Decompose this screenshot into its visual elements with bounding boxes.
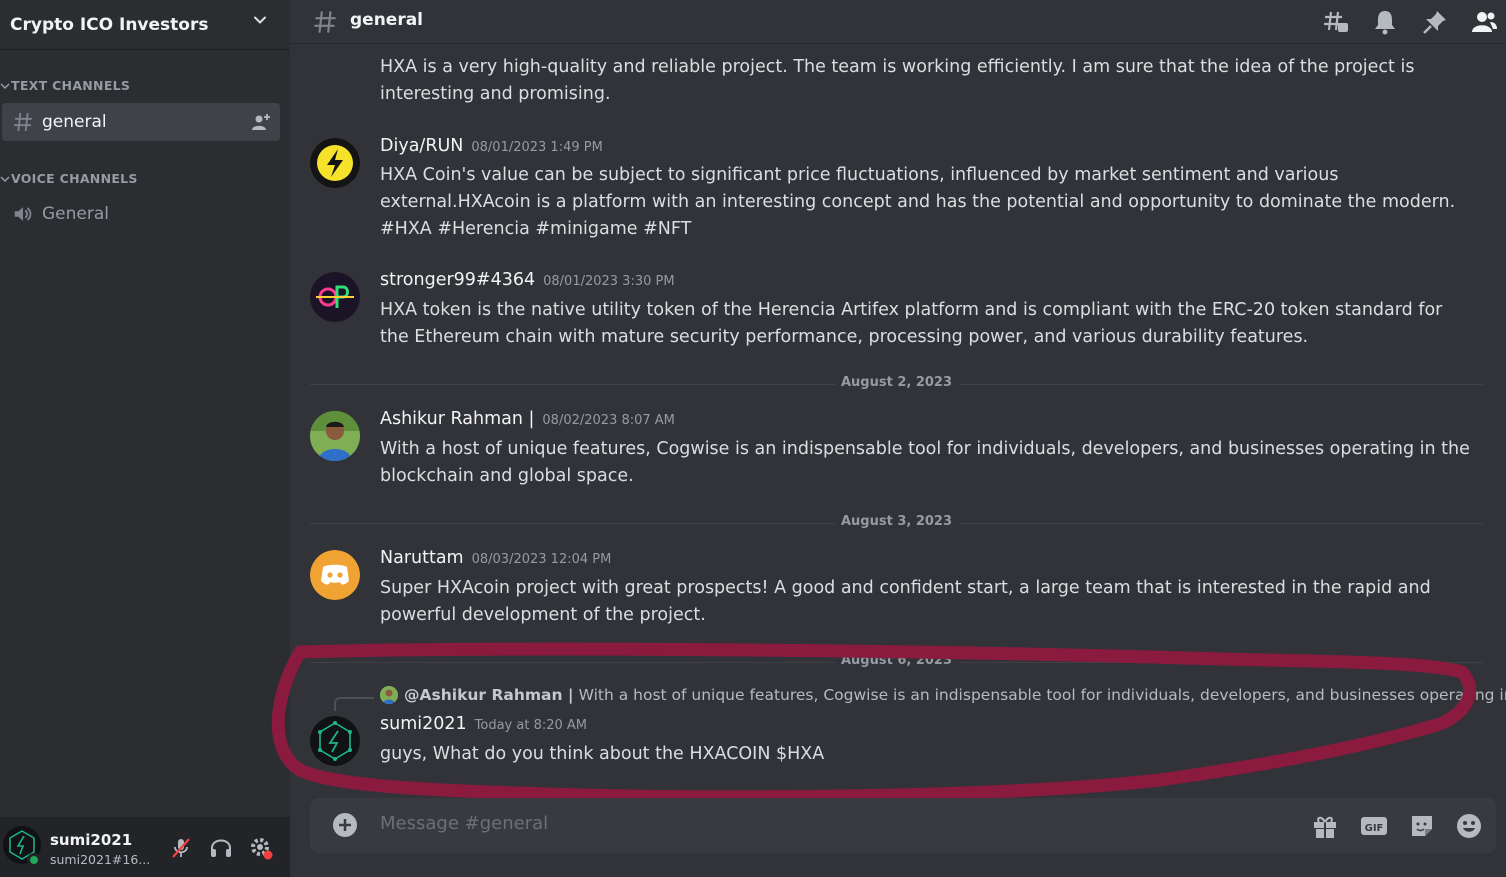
avatar[interactable]	[310, 138, 360, 188]
channel-header: general	[290, 0, 1506, 44]
date-divider: August 6, 2023	[310, 653, 1483, 668]
message-line: blockchain and global space.	[380, 466, 634, 486]
member-list-icon[interactable]	[1470, 8, 1498, 36]
message-line: the Ethereum chain with mature security …	[380, 327, 1309, 347]
message-line: Super HXAcoin project with great prospec…	[380, 578, 1431, 598]
avatar[interactable]	[310, 411, 360, 461]
bell-icon[interactable]	[1371, 8, 1399, 36]
emoji-icon[interactable]	[1455, 812, 1483, 840]
lightning-avatar-icon	[310, 138, 360, 188]
caret-down-icon	[0, 175, 10, 182]
caret-down-icon	[0, 82, 10, 89]
create-invite-icon[interactable]	[251, 113, 271, 131]
hashtag-icon	[314, 11, 336, 33]
message-line: interesting and promising.	[380, 84, 611, 104]
message-line: guys, What do you think about the HXACOI…	[380, 744, 825, 764]
message-line: HXA Coin's value can be subject to signi…	[380, 165, 1339, 185]
threads-icon[interactable]	[1322, 8, 1350, 36]
server-header[interactable]: Crypto ICO Investors	[0, 0, 290, 50]
avatar[interactable]	[310, 272, 360, 322]
message-line: HXA token is the native utility token of…	[380, 300, 1443, 320]
add-attachment-icon[interactable]	[332, 812, 358, 838]
date-divider: August 3, 2023	[310, 514, 1483, 529]
message-line: powerful development of the project.	[380, 605, 706, 625]
author-name[interactable]: sumi2021	[380, 714, 467, 734]
online-status-dot	[27, 853, 41, 867]
reply-avatar	[380, 686, 398, 704]
sticker-icon[interactable]	[1408, 812, 1436, 840]
gear-icon[interactable]	[248, 835, 274, 861]
message-author[interactable]: sumi2021 Today at 8:20 AM	[380, 714, 587, 734]
hashtag-icon	[13, 112, 33, 132]
author-name[interactable]: Diya/RUN	[380, 136, 463, 156]
pin-icon[interactable]	[1421, 8, 1449, 36]
voice-channel-general[interactable]: General	[2, 195, 280, 233]
category-label: TEXT CHANNELS	[11, 78, 131, 93]
message-composer: Message #general GIF	[310, 798, 1496, 853]
mute-microphone-icon[interactable]	[168, 835, 194, 861]
message-author[interactable]: stronger99#4364 08/01/2023 3:30 PM	[380, 270, 675, 290]
message-author[interactable]: Diya/RUN 08/01/2023 1:49 PM	[380, 136, 603, 156]
channel-label: general	[42, 112, 107, 132]
speaker-icon	[14, 207, 32, 221]
message-line: HXA is a very high-quality and reliable …	[380, 57, 1415, 77]
server-name: Crypto ICO Investors	[10, 14, 209, 35]
date-divider-label: August 3, 2023	[834, 514, 959, 529]
current-user-tag: sumi2021#16...	[50, 852, 151, 867]
hex-logo-avatar-icon	[310, 716, 360, 766]
discord-default-avatar-icon	[310, 550, 360, 600]
category-voice-channels[interactable]: VOICE CHANNELS	[0, 171, 138, 186]
message-timestamp: 08/02/2023 8:07 AM	[542, 413, 675, 428]
message-timestamp: 08/01/2023 3:30 PM	[543, 274, 675, 289]
user-panel: sumi2021 sumi2021#16...	[0, 817, 290, 877]
message-line: #HXA #Herencia #minigame #NFT	[380, 219, 692, 239]
author-name[interactable]: Naruttam	[380, 548, 464, 568]
channel-title: general	[350, 10, 424, 30]
author-name[interactable]: Ashikur Rahman |	[380, 409, 534, 429]
message-timestamp: Today at 8:20 AM	[474, 718, 588, 733]
person-photo-avatar	[310, 411, 360, 461]
reply-avatar-photo	[380, 686, 398, 704]
avatar[interactable]	[310, 716, 360, 766]
message-author[interactable]: Ashikur Rahman | 08/02/2023 8:07 AM	[380, 409, 675, 429]
voice-channel-label: General	[42, 204, 109, 224]
message-line: external.HXAcoin is a platform with an i…	[380, 192, 1456, 212]
gift-icon[interactable]	[1311, 812, 1339, 840]
message-author[interactable]: Naruttam 08/03/2023 12:04 PM	[380, 548, 611, 568]
date-divider-label: August 2, 2023	[834, 375, 959, 390]
message-timestamp: 08/03/2023 12:04 PM	[471, 552, 612, 567]
reply-preview-text: With a host of unique features, Cogwise …	[578, 686, 1506, 704]
category-label: VOICE CHANNELS	[11, 171, 138, 186]
date-divider-label: August 6, 2023	[834, 653, 959, 668]
reply-author[interactable]: @Ashikur Rahman |	[404, 686, 574, 704]
svg-text:GIF: GIF	[1365, 823, 1384, 834]
message-line: With a host of unique features, Cogwise …	[380, 439, 1470, 459]
discord-app: Crypto ICO Investors TEXT CHANNELS gener…	[0, 0, 1506, 877]
avatar[interactable]	[310, 550, 360, 600]
author-name[interactable]: stronger99#4364	[380, 270, 535, 290]
chevron-down-icon	[254, 16, 266, 24]
reply-reference[interactable]: @Ashikur Rahman | With a host of unique …	[380, 686, 1506, 704]
channel-sidebar: Crypto ICO Investors TEXT CHANNELS gener…	[0, 0, 290, 877]
headphones-icon[interactable]	[208, 835, 234, 861]
category-text-channels[interactable]: TEXT CHANNELS	[0, 78, 130, 93]
current-user-name: sumi2021	[50, 831, 133, 849]
message-timestamp: 08/01/2023 1:49 PM	[471, 140, 603, 155]
channel-general[interactable]: general	[2, 103, 280, 141]
gif-icon[interactable]: GIF	[1360, 812, 1388, 840]
neon-logo-avatar-icon	[310, 272, 360, 322]
date-divider: August 2, 2023	[310, 375, 1483, 390]
reply-connector	[334, 697, 374, 711]
message-input[interactable]: Message #general	[380, 813, 548, 834]
